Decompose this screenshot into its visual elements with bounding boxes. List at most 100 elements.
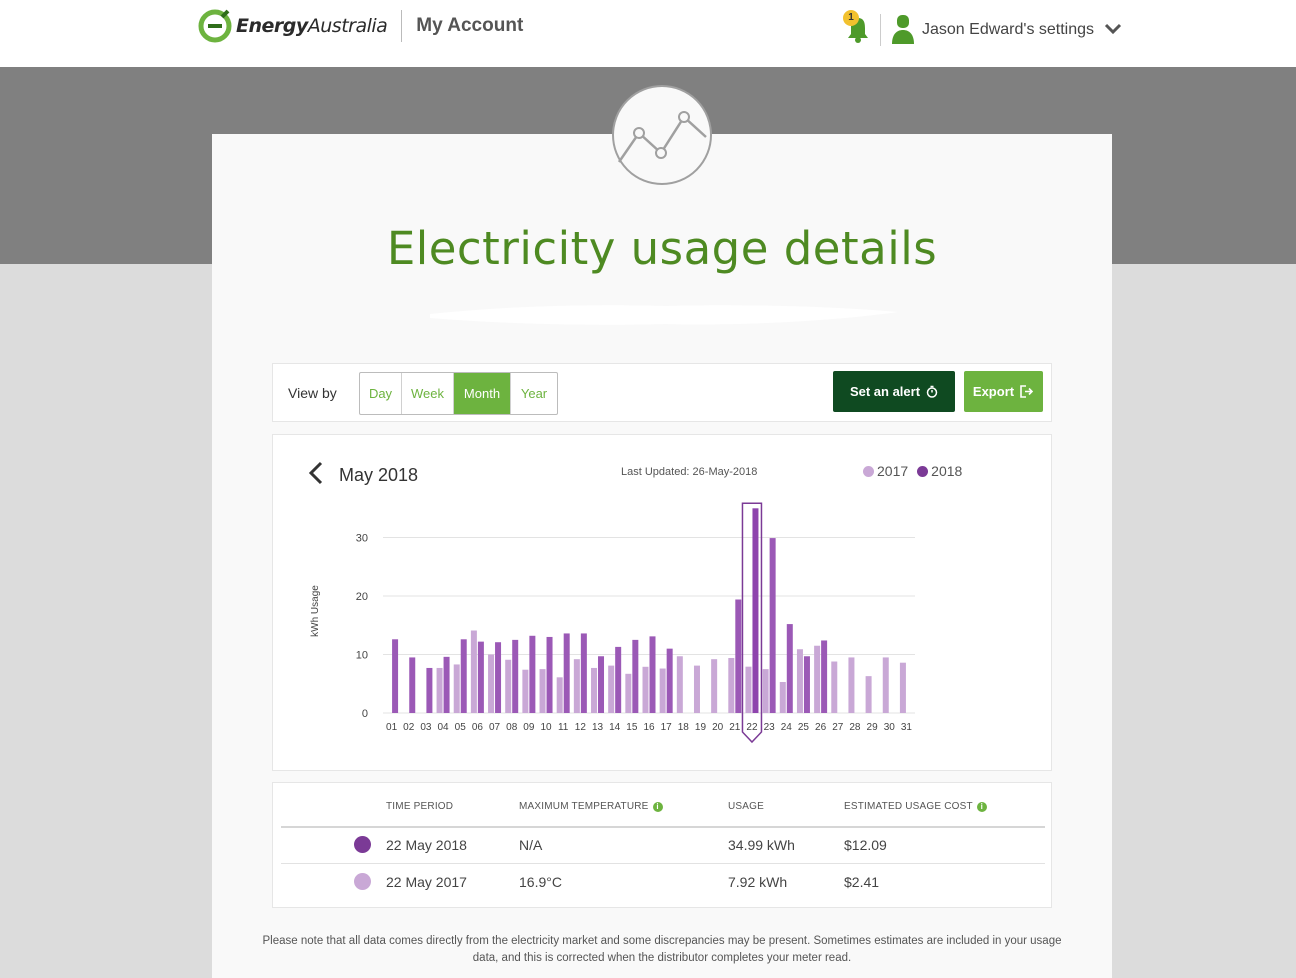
bar-2017 (762, 669, 769, 713)
bar-2017 (556, 677, 563, 713)
view-by-toolbar: View by Day Week Month Year Set an alert… (272, 363, 1052, 422)
bar-2017 (745, 666, 752, 713)
bar-2018 (649, 636, 656, 713)
x-tick-label: 12 (575, 722, 587, 733)
bar-2018 (580, 633, 587, 713)
notifications-button[interactable]: 1 (843, 10, 870, 44)
table-cell-max-temp: N/A (519, 837, 543, 853)
bar-2017 (814, 645, 821, 713)
x-tick-label: 17 (661, 722, 673, 733)
bar-2018 (546, 636, 553, 713)
stopwatch-icon (926, 385, 938, 398)
col-header-time-period: TIME PERIOD (386, 801, 453, 812)
y-tick-label: 20 (356, 591, 368, 603)
bar-2018 (477, 641, 484, 713)
col-header-time-period-label: TIME PERIOD (386, 801, 454, 812)
bar-2017 (779, 681, 786, 713)
chevron-down-icon[interactable] (1104, 21, 1122, 37)
bar-2018 (563, 633, 570, 713)
x-tick-label: 02 (403, 722, 415, 733)
col-header-max-temp: MAXIMUM TEMPERATURE i (519, 801, 663, 812)
bar-2018 (752, 508, 759, 713)
view-week-button[interactable]: Week (402, 373, 454, 414)
info-icon[interactable]: i (976, 801, 987, 812)
bar-2018 (803, 656, 810, 713)
table-row-divider (281, 863, 1045, 864)
view-day-button[interactable]: Day (360, 373, 402, 414)
x-tick-label: 15 (626, 722, 638, 733)
table-cell-cost: $12.09 (844, 837, 887, 853)
page-title: Electricity usage details (386, 222, 938, 275)
export-icon (1020, 385, 1034, 398)
table-cell-period: 22 May 2017 (386, 874, 467, 890)
x-tick-label: 18 (678, 722, 690, 733)
redacted-address (430, 305, 898, 325)
x-tick-label: 26 (815, 722, 827, 733)
bar-2018 (821, 640, 828, 713)
bar-2018 (409, 657, 416, 713)
bar-2017 (539, 669, 546, 713)
info-icon[interactable]: i (652, 801, 663, 812)
data-disclaimer: Please note that all data comes directly… (262, 935, 1062, 964)
energyaustralia-logo[interactable]: EnergyAustralia My Account (198, 8, 523, 44)
bar-2018 (512, 639, 519, 713)
bar-2018 (735, 599, 742, 713)
x-tick-label: 19 (695, 722, 707, 733)
set-alert-button[interactable]: Set an alert (833, 371, 955, 412)
x-tick-label: 30 (884, 722, 896, 733)
x-tick-label: 10 (540, 722, 552, 733)
bar-2017 (436, 667, 443, 713)
col-header-cost-label: ESTIMATED USAGE COST (844, 801, 973, 812)
bar-2017 (693, 665, 700, 713)
view-month-button[interactable]: Month (454, 373, 511, 414)
bar-2018 (615, 646, 622, 713)
bar-2017 (488, 654, 495, 713)
y-tick-label: 30 (356, 533, 368, 545)
bar-2018 (443, 656, 450, 713)
bar-2018 (666, 648, 673, 713)
col-header-cost: ESTIMATED USAGE COST i (844, 801, 987, 812)
selected-day-highlight (741, 502, 763, 744)
bar-2017 (453, 664, 460, 713)
x-tick-label: 20 (712, 722, 724, 733)
bar-2018 (460, 639, 467, 713)
set-alert-label: Set an alert (849, 384, 921, 399)
energyaustralia-logo-icon (198, 9, 232, 43)
x-tick-label: 22 (746, 722, 758, 733)
bar-2017 (470, 630, 477, 713)
table-cell-cost: $2.41 (844, 874, 880, 890)
user-icon (892, 15, 914, 44)
brand-name: EnergyAustralia (236, 15, 388, 37)
bar-2017 (796, 649, 803, 713)
export-label: Export (972, 384, 1015, 399)
row-swatch-2017 (354, 873, 371, 890)
x-tick-label: 28 (849, 722, 861, 733)
x-tick-label: 07 (489, 722, 501, 733)
export-button[interactable]: Export (964, 371, 1043, 412)
bar-2018 (392, 639, 399, 713)
usage-chart-icon (612, 85, 712, 185)
bar-2017 (659, 668, 666, 713)
bar-2017 (831, 661, 838, 713)
brand-name-light: Australia (307, 15, 388, 37)
bar-2018 (769, 538, 776, 713)
x-tick-label: 16 (643, 722, 655, 733)
bar-2017 (591, 667, 598, 713)
col-header-max-temp-label: MAXIMUM TEMPERATURE (519, 801, 649, 812)
col-header-usage-label: USAGE (728, 801, 765, 812)
bar-2018 (786, 624, 793, 713)
bar-2017 (608, 665, 615, 713)
bar-2018 (632, 639, 639, 713)
logo-divider (401, 10, 403, 42)
y-axis-label: kWh Usage (310, 585, 321, 637)
x-tick-label: 31 (901, 722, 913, 733)
user-settings-menu[interactable]: Jason Edward's settings (922, 21, 1094, 39)
bar-2017 (642, 666, 649, 713)
x-tick-label: 08 (506, 722, 518, 733)
brand-name-bold: Energy (236, 15, 308, 37)
header-divider (880, 14, 881, 46)
view-year-button[interactable]: Year (511, 373, 557, 414)
view-by-selector: Day Week Month Year (359, 372, 558, 415)
bar-2018 (529, 635, 536, 713)
col-header-usage: USAGE (728, 801, 764, 812)
